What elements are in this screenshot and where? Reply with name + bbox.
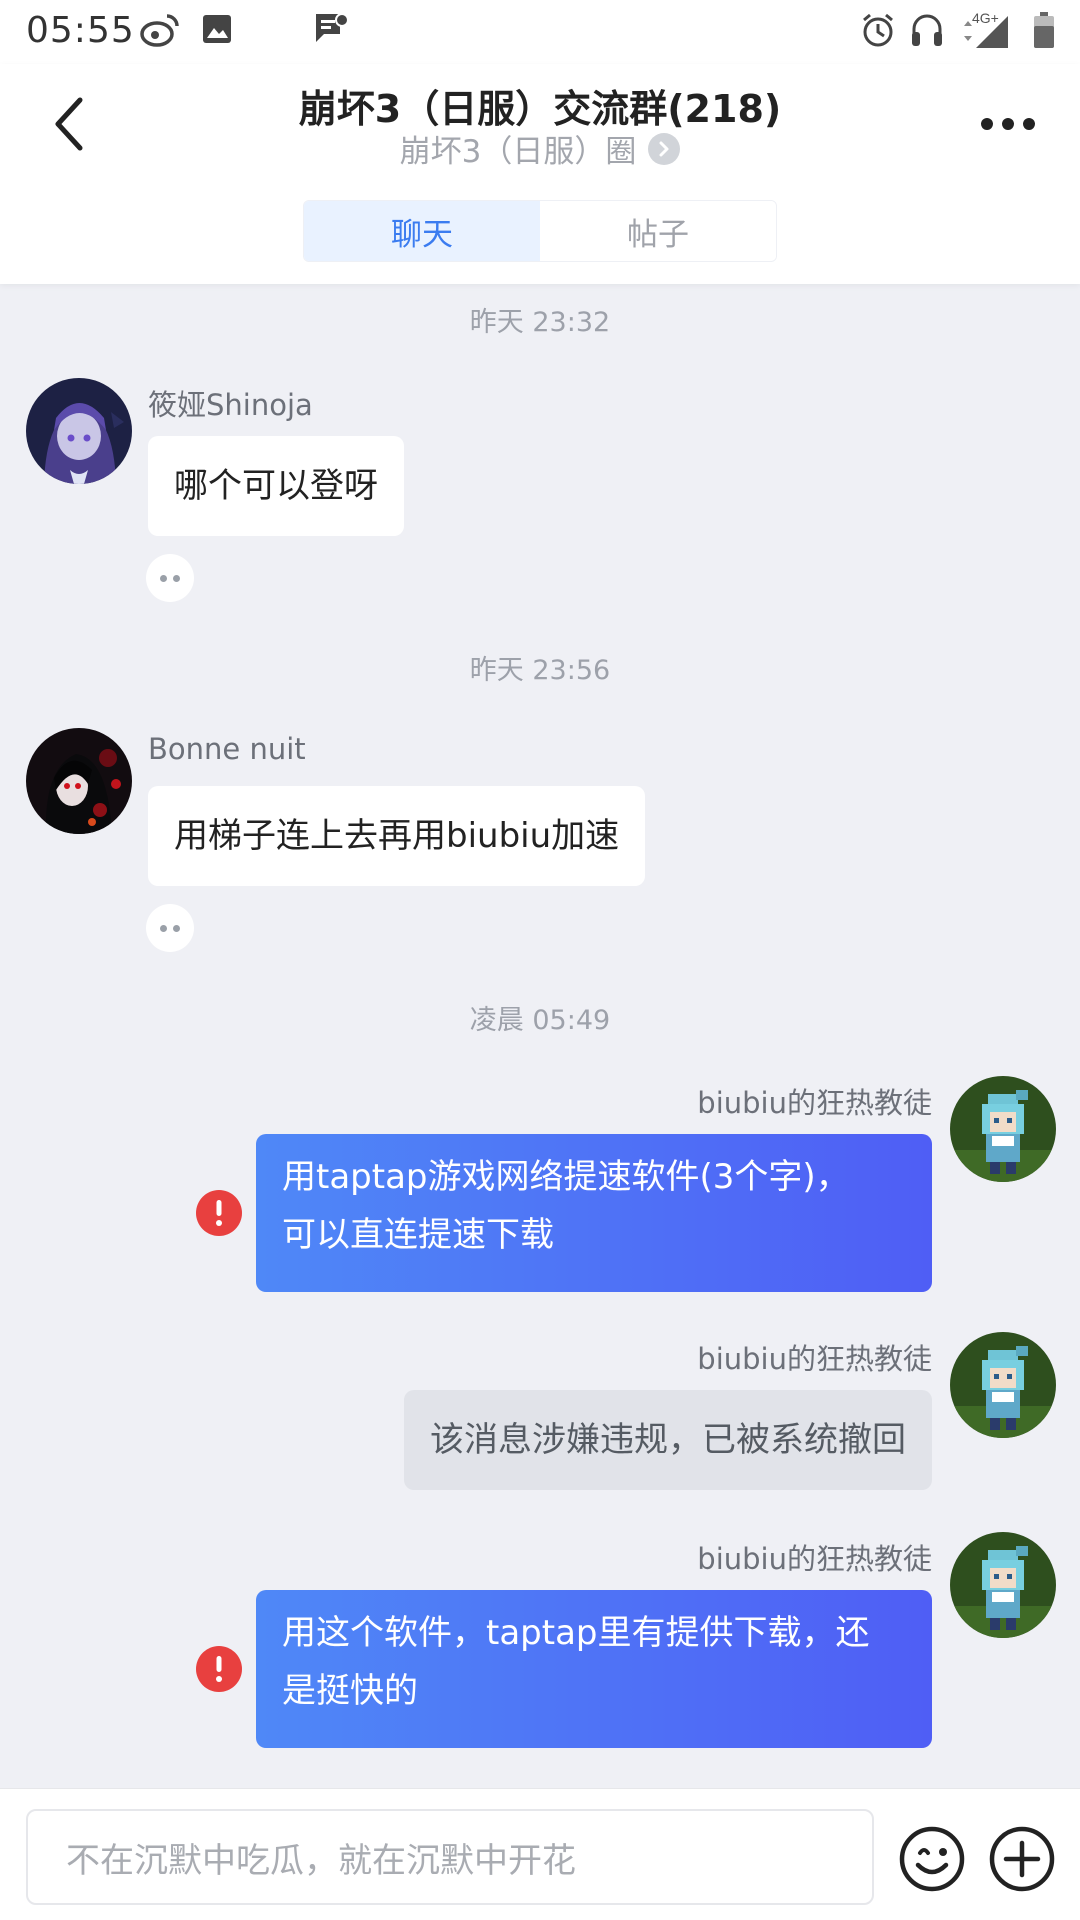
message-bubble[interactable]: 用梯子连上去再用biubiu加速 [148, 786, 646, 886]
input-bar: 不在沉默中吃瓜，就在沉默中开花 [0, 1788, 1080, 1920]
message-bubble[interactable]: 哪个可以登呀 [148, 436, 404, 536]
tab-chat[interactable]: 聊天 [304, 201, 540, 261]
reaction-button[interactable] [146, 554, 194, 602]
message-input[interactable]: 不在沉默中吃瓜，就在沉默中开花 [26, 1809, 874, 1905]
alarm-icon [863, 13, 893, 47]
message-text-line: 用这个软件，taptap里有提供下载，还 [282, 1613, 870, 1653]
sender-name: Bonne nuit [148, 732, 306, 766]
battery-icon [1034, 12, 1054, 48]
circle-link[interactable]: 崩坏3（日服）圈 [0, 126, 1080, 171]
chat-header: 崩坏3（日服）交流群(218) 崩坏3（日服）圈 聊天 帖子 [0, 64, 1080, 284]
message-text-line: 用taptap游戏网络提速软件(3个字)， [282, 1157, 850, 1197]
notification-icon [316, 13, 349, 42]
timestamp: 昨天 23:32 [469, 307, 611, 338]
add-attachment-icon[interactable] [988, 1825, 1056, 1893]
avatar[interactable] [26, 378, 132, 484]
sender-name: biubiu的狂热教徒 [697, 1086, 932, 1120]
avatar[interactable] [26, 728, 132, 834]
group-title[interactable]: 崩坏3（日服）交流群(218) [0, 78, 1080, 133]
recalled-message: 该消息涉嫌违规，已被系统撤回 [404, 1390, 932, 1490]
message-bubble[interactable]: 用taptap游戏网络提速软件(3个字)， 可以直连提速下载 [256, 1134, 932, 1292]
image-icon [203, 15, 231, 43]
circle-name: 崩坏3（日服）圈 [399, 134, 637, 170]
message-text-line: 可以直连提速下载 [282, 1215, 554, 1255]
more-options-icon[interactable] [978, 112, 1038, 136]
tab-posts[interactable]: 帖子 [540, 201, 776, 261]
timestamp: 凌晨 05:49 [469, 1005, 611, 1036]
status-time: 05:55 [26, 10, 135, 51]
emoji-icon[interactable] [898, 1825, 966, 1893]
send-failed-icon[interactable] [196, 1646, 242, 1692]
chevron-right-icon [648, 132, 681, 165]
sender-name: biubiu的狂热教徒 [697, 1542, 932, 1576]
sender-name: 筱娅Shinoja [148, 388, 313, 422]
avatar[interactable] [950, 1332, 1056, 1438]
avatar[interactable] [950, 1532, 1056, 1638]
weibo-icon [140, 14, 179, 47]
headset-icon [912, 14, 942, 46]
signal-icon [964, 16, 1008, 48]
timestamp: 昨天 23:56 [469, 655, 611, 686]
avatar[interactable] [950, 1076, 1056, 1182]
sender-name: biubiu的狂热教徒 [697, 1342, 932, 1376]
send-failed-icon[interactable] [196, 1190, 242, 1236]
status-bar: 05:55 4G+ [0, 0, 1080, 64]
message-text-line: 是挺快的 [282, 1671, 418, 1711]
message-bubble[interactable]: 用这个软件，taptap里有提供下载，还 是挺快的 [256, 1590, 932, 1748]
tab-group: 聊天 帖子 [303, 200, 777, 262]
reaction-button[interactable] [146, 904, 194, 952]
